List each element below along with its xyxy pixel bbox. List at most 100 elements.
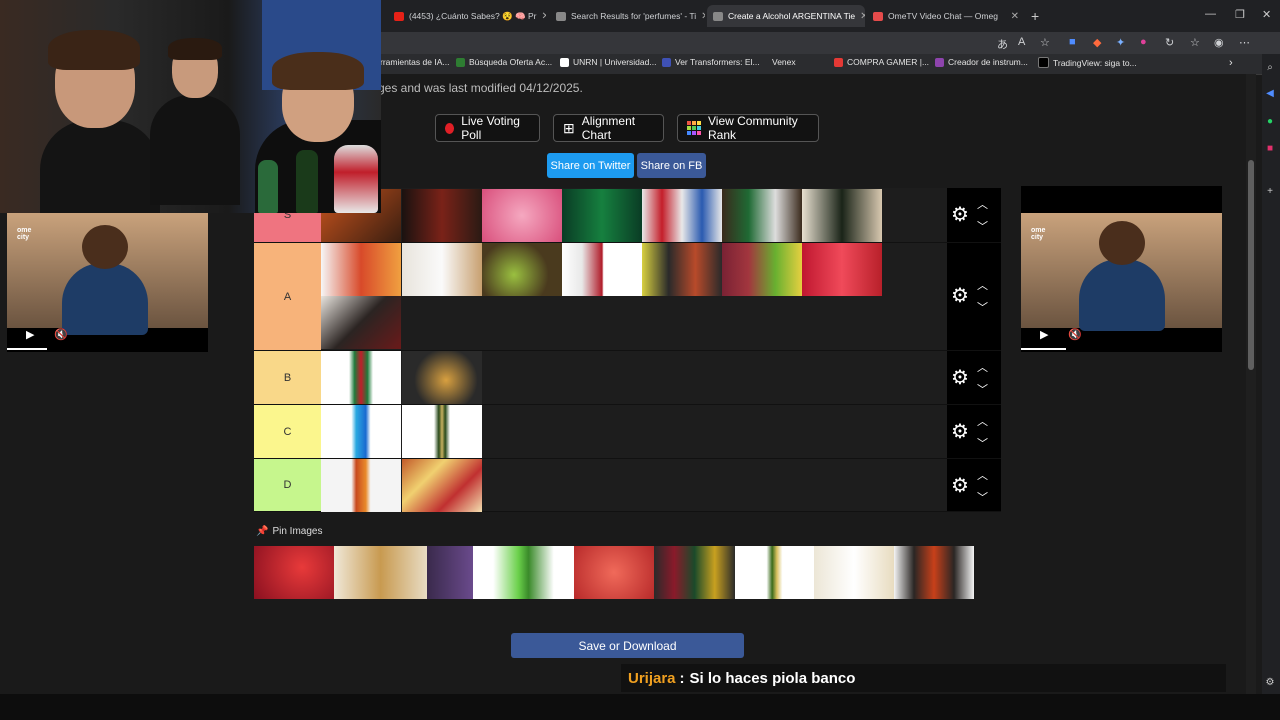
chevron-up-icon[interactable]: ︿ (977, 413, 988, 429)
close-icon[interactable]: ✕ (541, 11, 546, 22)
chevron-down-icon[interactable]: ﹀ (977, 435, 988, 451)
close-icon[interactable]: ✕ (701, 11, 705, 22)
tier-image[interactable] (321, 459, 401, 512)
read-aloud-icon[interactable]: A (1018, 36, 1025, 48)
tier-image[interactable] (642, 189, 722, 242)
tier-image[interactable] (482, 243, 562, 296)
tier-image[interactable] (402, 459, 482, 512)
extension-icon[interactable]: ● (1140, 36, 1147, 48)
tier-label[interactable]: B (254, 351, 321, 404)
pool-image[interactable] (894, 546, 974, 599)
bookmark-item[interactable]: Ver Transformers: El... (662, 57, 760, 67)
pool-image[interactable] (473, 546, 574, 599)
tier-label[interactable]: A (254, 243, 321, 350)
share-fb-button[interactable]: Share on FB (637, 153, 706, 178)
tier-image[interactable] (722, 189, 802, 242)
settings-icon[interactable]: ⚙ (1264, 677, 1276, 689)
bookmark-item[interactable]: Búsqueda Oferta Ac... (456, 57, 552, 67)
extension-icon[interactable]: ◆ (1093, 36, 1101, 49)
share-twitter-button[interactable]: Share on Twitter (547, 153, 634, 178)
tier-image[interactable] (562, 189, 642, 242)
tier-image[interactable] (642, 243, 722, 296)
chevron-down-icon[interactable]: ﹀ (977, 489, 988, 505)
close-icon[interactable]: ✕ (1011, 11, 1019, 22)
video-progress[interactable] (1021, 348, 1066, 350)
sidebar-app-icon[interactable]: ◀ (1264, 88, 1276, 100)
tier-image[interactable] (321, 351, 401, 404)
tab-search-results[interactable]: Search Results for 'perfumes' - Ti✕ (550, 5, 705, 27)
avatar[interactable]: ◉ (1214, 36, 1224, 49)
community-rank-button[interactable]: View Community Rank (677, 114, 819, 142)
chevron-down-icon[interactable]: ﹀ (977, 381, 988, 397)
favorite-star-icon[interactable]: ☆ (1040, 36, 1050, 49)
tier-image[interactable] (402, 243, 482, 296)
save-download-button[interactable]: Save or Download (511, 633, 744, 658)
gear-icon[interactable]: ⚙ (949, 421, 971, 443)
gear-icon[interactable]: ⚙ (949, 204, 971, 226)
extension-icon[interactable]: ✦ (1116, 36, 1125, 49)
instagram-icon[interactable]: ■ (1264, 143, 1276, 155)
pool-image[interactable] (254, 546, 334, 599)
bookmark-item[interactable]: Venex (772, 57, 796, 67)
tier-label[interactable]: C (254, 405, 321, 458)
chevron-up-icon[interactable]: ︿ (977, 359, 988, 375)
close-window-icon[interactable]: ✕ (1262, 8, 1271, 21)
live-voting-button[interactable]: Live Voting Poll (435, 114, 540, 142)
tier-image[interactable] (802, 189, 882, 242)
gear-icon[interactable]: ⚙ (949, 367, 971, 389)
tier-image[interactable] (482, 189, 562, 242)
menu-icon[interactable]: ⋯ (1239, 36, 1250, 49)
bookmark-item[interactable]: TradingView: siga to... (1038, 57, 1137, 68)
bookmark-item[interactable]: COMPRA GAMER |... (834, 57, 929, 67)
pool-image[interactable] (735, 546, 814, 599)
play-icon[interactable]: ▶ (26, 328, 34, 341)
tier-image[interactable] (402, 189, 482, 242)
close-icon[interactable]: ✕ (860, 11, 865, 22)
translate-icon[interactable]: あ (997, 36, 1008, 52)
favorites-icon[interactable]: ☆ (1190, 36, 1200, 49)
tab-create-tier[interactable]: Create a Alcohol ARGENTINA Tie ✕ (707, 5, 865, 27)
tier-image[interactable] (321, 243, 401, 296)
mute-icon[interactable]: 🔇 (54, 328, 68, 341)
pool-image[interactable] (654, 546, 735, 599)
tier-image[interactable] (722, 243, 802, 296)
new-tab-button[interactable]: + (1031, 8, 1039, 24)
chevron-up-icon[interactable]: ︿ (977, 467, 988, 483)
tab-youtube[interactable]: (4453) ¿Cuánto Sabes? 😵 🧠 Pr ✕ (388, 5, 546, 27)
minimize-icon[interactable]: — (1205, 8, 1216, 20)
chevron-up-icon[interactable]: ︿ (977, 196, 988, 212)
mute-icon[interactable]: 🔇 (1068, 328, 1082, 341)
tier-label[interactable]: D (254, 459, 321, 511)
tier-image[interactable] (402, 351, 482, 404)
scrollbar-thumb[interactable] (1248, 160, 1254, 370)
bookmark-item[interactable]: UNRN | Universidad... (560, 57, 656, 67)
tab-ometv[interactable]: OmeTV Video Chat — Omeg ✕ (867, 5, 1025, 27)
whatsapp-icon[interactable]: ● (1264, 116, 1276, 128)
chevron-right-icon[interactable]: › (1229, 57, 1233, 69)
chevron-up-icon[interactable]: ︿ (977, 277, 988, 293)
extension-icon[interactable]: ■ (1069, 36, 1076, 48)
pin-images-label[interactable]: 📌 Pin Images (256, 526, 322, 537)
maximize-icon[interactable]: ❐ (1235, 8, 1245, 21)
video-progress[interactable] (7, 348, 47, 350)
tier-image[interactable] (402, 405, 482, 458)
refresh-extension-icon[interactable]: ↻ (1165, 36, 1174, 49)
chevron-down-icon[interactable]: ﹀ (977, 218, 988, 234)
bookmark-item[interactable]: Creador de instrum... (935, 57, 1028, 67)
tier-image[interactable] (321, 296, 401, 349)
pool-image[interactable] (427, 546, 473, 599)
gear-icon[interactable]: ⚙ (949, 475, 971, 497)
tier-image[interactable] (802, 243, 882, 296)
chevron-down-icon[interactable]: ﹀ (977, 299, 988, 315)
pool-image[interactable] (814, 546, 894, 599)
tier-image[interactable] (321, 405, 401, 458)
play-icon[interactable]: ▶ (1040, 328, 1048, 341)
alignment-chart-button[interactable]: ⊞ Alignment Chart (553, 114, 664, 142)
gear-icon[interactable]: ⚙ (949, 285, 971, 307)
search-icon[interactable]: ⌕ (1264, 62, 1276, 74)
add-icon[interactable]: + (1264, 186, 1276, 198)
tier-image[interactable] (562, 243, 642, 296)
bookmark-item[interactable]: rramientas de IA... (380, 57, 449, 67)
pool-image[interactable] (334, 546, 427, 599)
pool-image[interactable] (574, 546, 654, 599)
